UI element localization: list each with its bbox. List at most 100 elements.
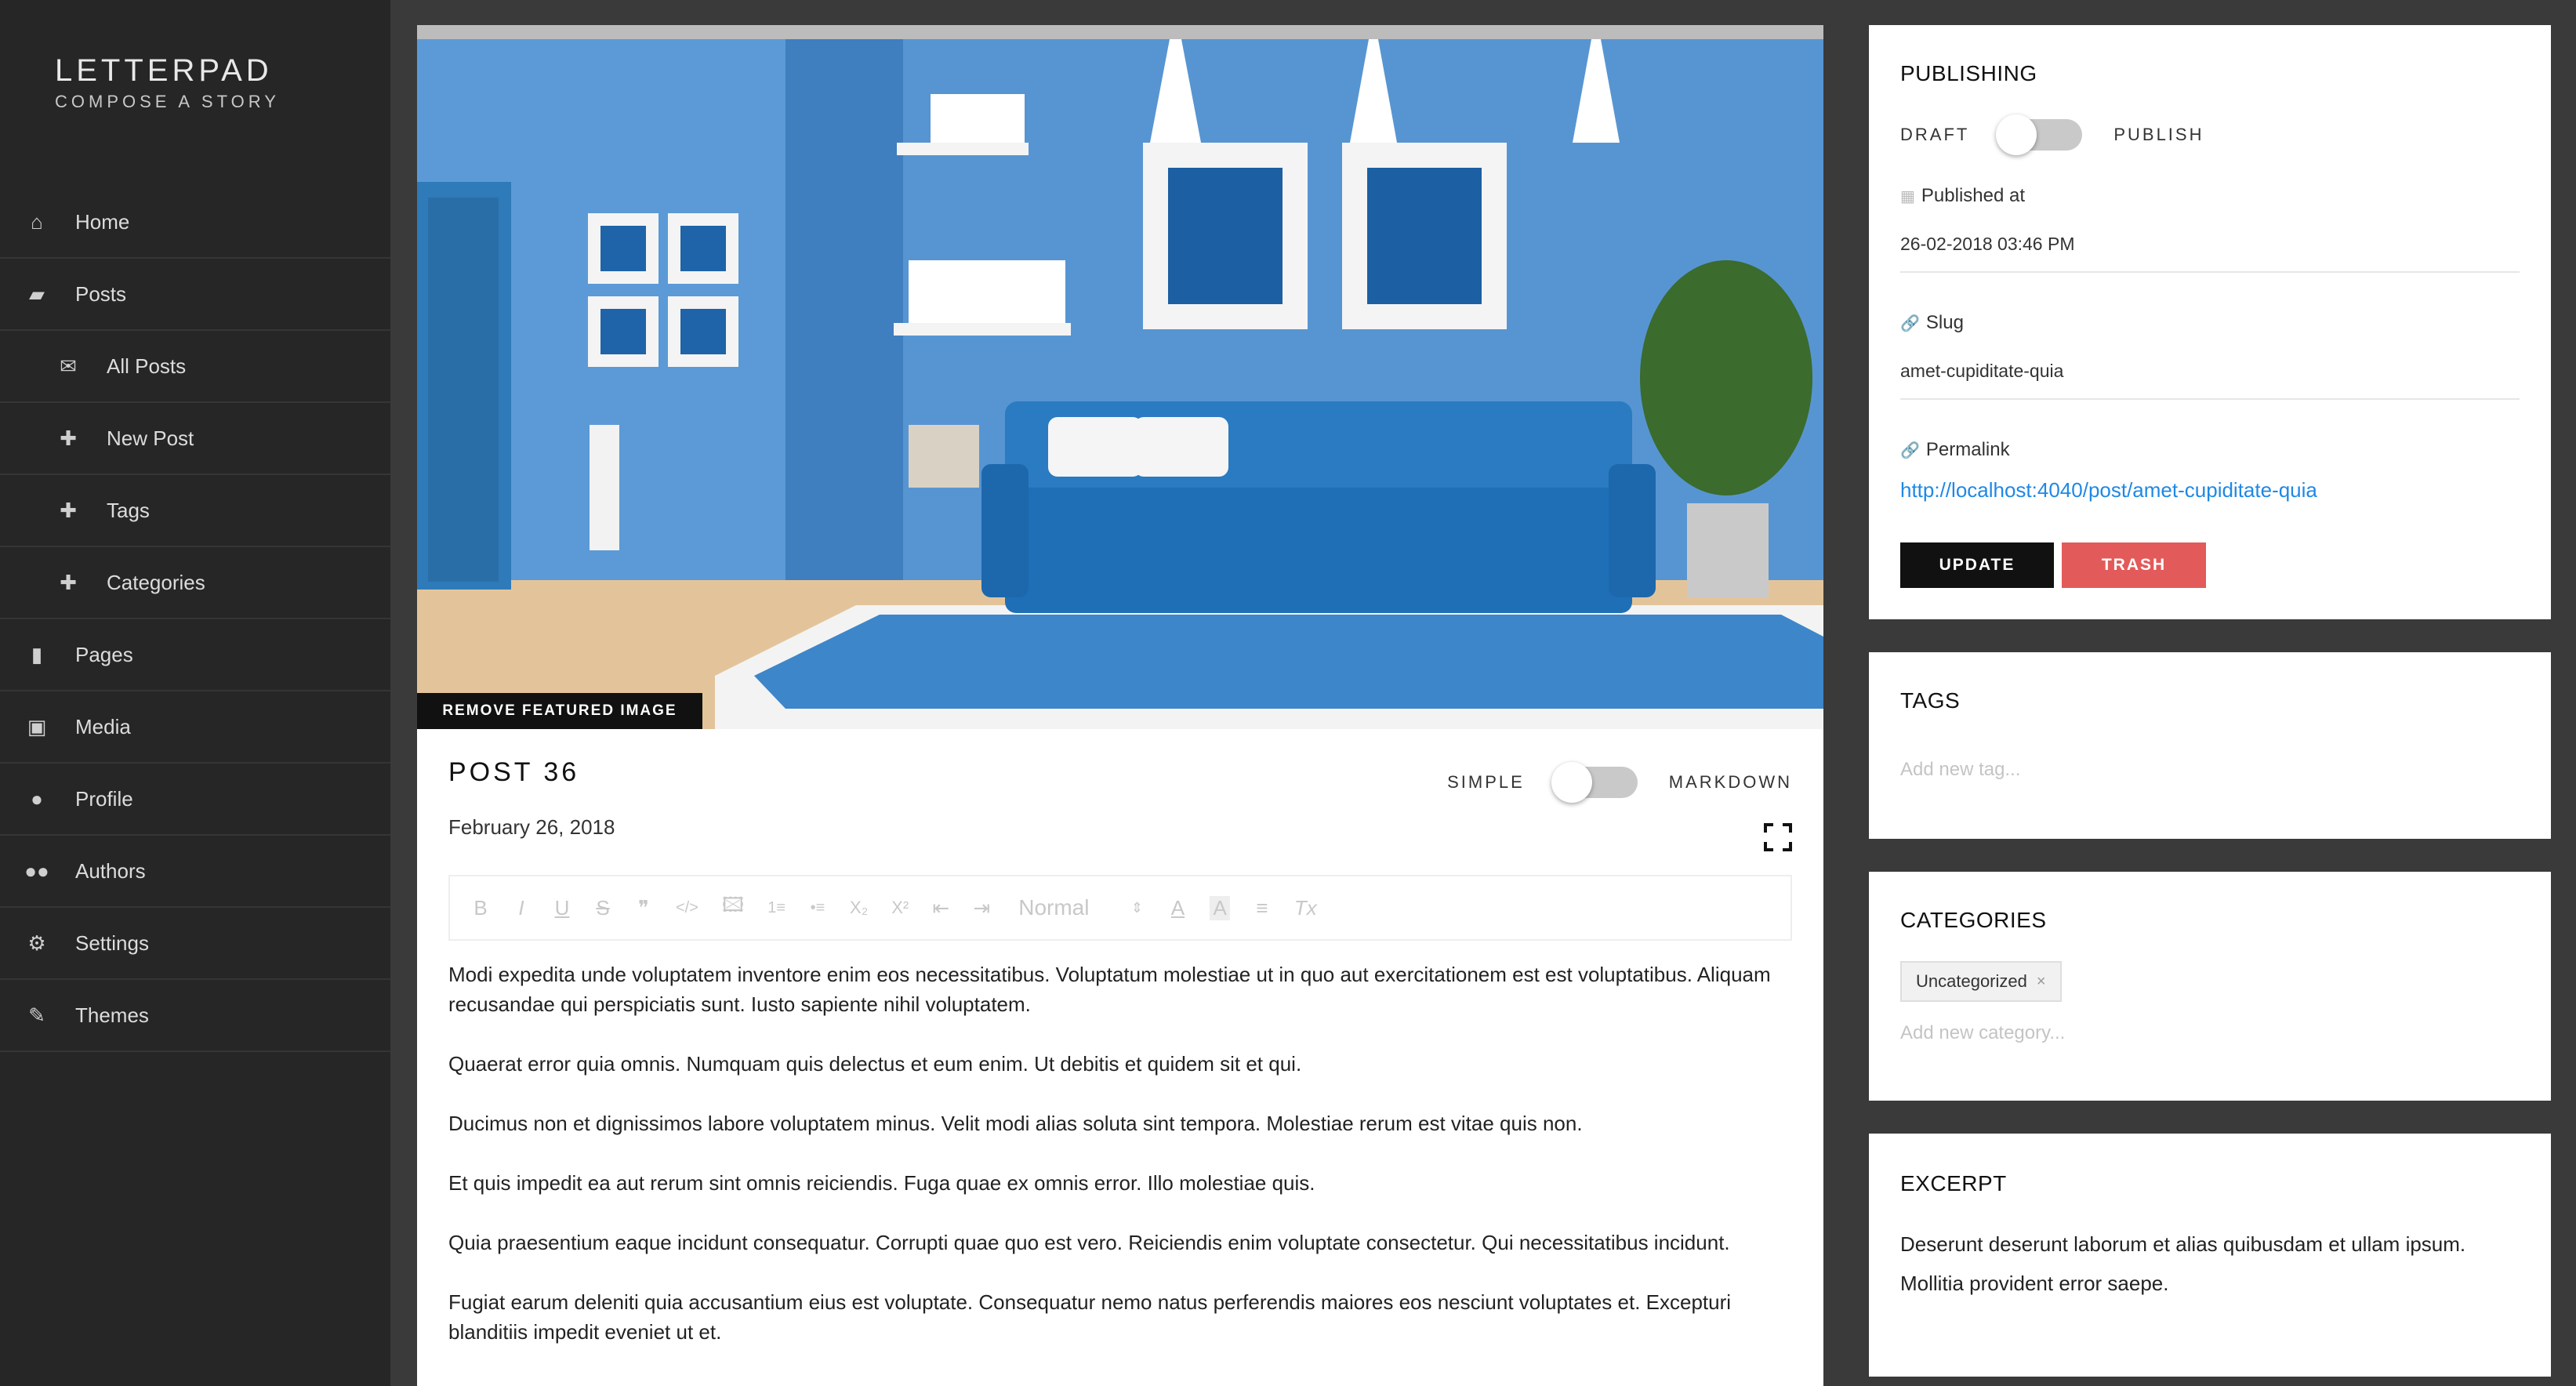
sidebar-item-new-post[interactable]: ✚ New Post [0,403,390,475]
editor-paragraph: Et quis impedit ea aut rerum sint omnis … [448,1171,1315,1195]
plus-icon: ✚ [60,426,77,450]
superscript-button[interactable]: X² [891,898,909,918]
excerpt-textarea[interactable]: Deserunt deserunt laborum et alias quibu… [1900,1225,2520,1303]
users-icon: ●● [24,858,49,883]
close-icon[interactable]: × [2037,973,2046,991]
sidebar-item-label: Posts [75,281,127,306]
categories-card: CATEGORIES Uncategorized × Add new categ… [1869,872,2551,1101]
editor-mode-switch[interactable] [1551,762,1638,803]
sidebar-item-authors[interactable]: ●● Authors [0,836,390,908]
permalink-link[interactable]: http://localhost:4040/post/amet-cupidita… [1900,478,2317,503]
category-chip-label: Uncategorized [1916,971,2027,991]
trash-button[interactable]: TRASH [2062,542,2206,588]
link-icon: 🔗 [1900,441,1920,459]
excerpt-title: EXCERPT [1900,1171,2007,1196]
sidebar-item-label: All Posts [107,354,187,378]
sidebar-item-label: Settings [75,931,149,955]
user-icon: ● [31,786,43,811]
home-icon: ⌂ [31,209,43,234]
switch-knob [1551,762,1592,803]
sidebar-item-label: Themes [75,1003,149,1027]
calendar-icon: ▦ [1900,187,1915,205]
editor-paragraph: Fugiat earum deleniti quia accusantium e… [448,1290,1732,1344]
sidebar-item-tags[interactable]: ✚ Tags [0,475,390,547]
fullscreen-icon[interactable] [1764,823,1792,851]
update-button[interactable]: UPDATE [1900,542,2054,588]
sidebar-item-profile[interactable]: ● Profile [0,764,390,836]
sidebar-item-label: Tags [107,498,150,522]
clear-format-button[interactable]: Tx [1294,896,1317,920]
strike-button[interactable]: S [594,896,611,920]
sidebar-item-all-posts[interactable]: ✉ All Posts [0,331,390,403]
editor-toolbar: B I U S ❞ </> 🖾 1≡ •≡ X₂ X² ⇤ ⇥ Normal ⇕… [448,875,1792,941]
tags-card: TAGS Add new tag... [1869,652,2551,839]
brand[interactable]: LETTERPAD COMPOSE A STORY [55,53,280,112]
tag-input[interactable]: Add new tag... [1900,759,2020,781]
blockquote-button[interactable]: ❞ [635,896,652,920]
editor-paragraph: Ducimus non et dignissimos labore volupt… [448,1112,1583,1135]
editor-paragraph: Quaerat error quia omnis. Numquam quis d… [448,1052,1302,1076]
publishing-title: PUBLISHING [1900,61,2037,85]
sidebar-item-home[interactable]: ⌂ Home [0,187,390,259]
brush-icon: ✎ [28,1003,45,1027]
image-icon: ▣ [27,714,47,738]
post-date: February 26, 2018 [448,815,615,839]
plus-icon: ✚ [60,570,77,594]
font-color-button[interactable]: A [1169,896,1186,920]
brand-subtitle: COMPOSE A STORY [55,92,280,111]
background-color-button[interactable]: A [1210,895,1230,920]
sidebar-item-pages[interactable]: ▮ Pages [0,619,390,691]
sidebar-item-categories[interactable]: ✚ Categories [0,547,390,619]
mode-markdown-label: MARKDOWN [1668,772,1792,792]
sidebar-item-media[interactable]: ▣ Media [0,691,390,764]
publish-toggle: DRAFT PUBLISH [1900,114,2204,155]
align-button[interactable]: ≡ [1254,896,1271,920]
remove-featured-image-button[interactable]: REMOVE FEATURED IMAGE [417,693,702,729]
editor-mode-toggle: SIMPLE MARKDOWN [1447,762,1792,803]
sidebar-item-settings[interactable]: ⚙ Settings [0,908,390,980]
italic-button[interactable]: I [513,896,530,920]
category-chip[interactable]: Uncategorized × [1900,961,2062,1002]
code-button[interactable]: </> [676,899,698,917]
file-icon: ▮ [31,642,43,666]
draft-label: DRAFT [1900,125,1970,144]
gear-icon: ⚙ [27,931,46,955]
sidebar-item-label: Home [75,209,130,234]
slug-label: 🔗 Slug [1900,312,1964,334]
post-title[interactable]: POST 36 [448,757,579,788]
published-at-field[interactable]: 26-02-2018 03:46 PM [1900,234,2075,255]
bold-button[interactable]: B [472,896,489,920]
excerpt-card: EXCERPT Deserunt deserunt laborum et ali… [1869,1134,2551,1377]
post-editor: REMOVE FEATURED IMAGE POST 36 February 2… [417,25,1823,1386]
switch-knob [1996,114,2037,155]
publish-switch[interactable] [1996,114,2083,155]
sidebar-item-themes[interactable]: ✎ Themes [0,980,390,1052]
permalink-text: Permalink [1925,439,2010,460]
sidebar-item-posts[interactable]: ▰ Posts [0,259,390,331]
sidebar: LETTERPAD COMPOSE A STORY ⌂ Home ▰ Posts… [0,0,390,1386]
tags-title: TAGS [1900,688,1961,713]
outdent-button[interactable]: ⇤ [932,896,949,920]
subscript-button[interactable]: X₂ [850,898,868,918]
ordered-list-button[interactable]: 1≡ [767,899,785,917]
editor-content[interactable]: Modi expedita unde voluptatem inventore … [448,960,1792,1377]
format-select[interactable]: Normal [1018,895,1089,920]
sidebar-nav: ⌂ Home ▰ Posts ✉ All Posts ✚ New Post ✚ … [0,187,390,1052]
chevron-updown-icon[interactable]: ⇕ [1128,900,1145,916]
categories-title: CATEGORIES [1900,908,2047,932]
indent-button[interactable]: ⇥ [973,896,990,920]
envelope-icon: ✉ [60,354,77,378]
brand-title: LETTERPAD [55,53,273,88]
divider [1900,271,2520,273]
sidebar-item-label: Categories [107,570,205,594]
image-button[interactable]: 🖾 [722,891,744,925]
category-input[interactable]: Add new category... [1900,1022,2065,1044]
book-icon: ▰ [29,281,45,306]
bullet-list-button[interactable]: •≡ [809,899,826,917]
underline-button[interactable]: U [553,896,571,920]
editor-paragraph: Modi expedita unde voluptatem inventore … [448,963,1771,1016]
plus-icon: ✚ [60,498,77,522]
slug-field[interactable]: amet-cupiditate-quia [1900,361,2063,382]
editor-paragraph: Quia praesentium eaque incidunt consequa… [448,1231,1730,1254]
sidebar-item-label: Pages [75,642,133,666]
